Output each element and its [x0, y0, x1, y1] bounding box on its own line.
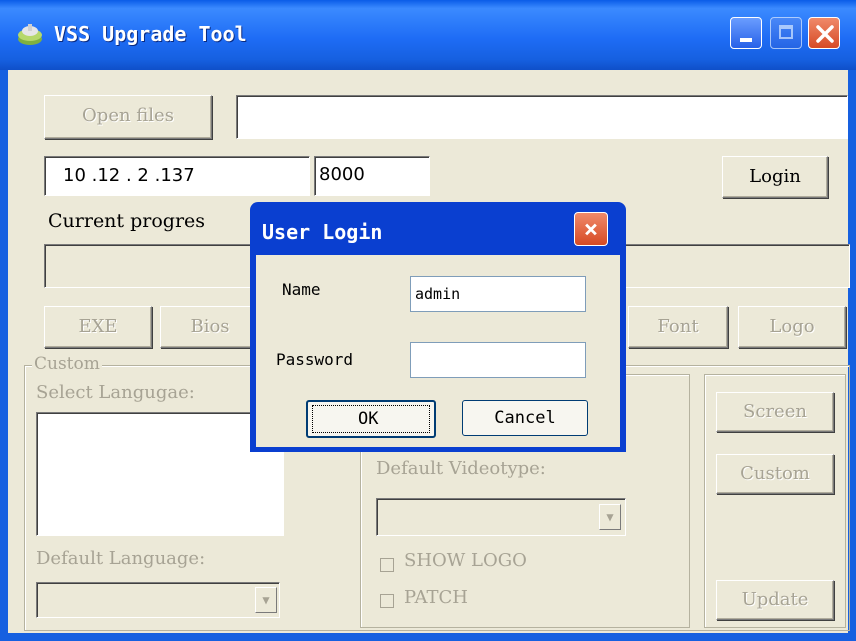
close-icon: × [583, 215, 599, 243]
maximize-icon [779, 25, 793, 39]
ip-address-value: 10 .12 . 2 .137 [63, 165, 195, 186]
screen-button[interactable]: Screen [716, 392, 834, 432]
patch-checkbox[interactable] [380, 594, 394, 608]
custom-button[interactable]: Custom [716, 454, 834, 494]
progress-label: Current progres [48, 210, 206, 232]
name-label: Name [282, 280, 321, 299]
ok-button-label: OK [358, 409, 379, 429]
maximize-button[interactable] [770, 17, 802, 49]
cancel-button[interactable]: Cancel [462, 400, 588, 436]
password-label: Password [276, 350, 354, 369]
dialog-title: User Login [262, 220, 383, 244]
default-language-select[interactable]: ▼ [36, 582, 280, 618]
window-frame-left [0, 70, 8, 641]
default-language-label: Default Language: [36, 548, 206, 569]
language-list[interactable] [36, 412, 284, 536]
port-field[interactable]: 8000 [314, 156, 430, 196]
patch-label: PATCH [404, 587, 468, 608]
custom-group-title: Custom [32, 354, 102, 374]
show-logo-label: SHOW LOGO [404, 550, 527, 571]
file-path-field[interactable] [236, 95, 848, 139]
ip-address-field[interactable]: 10 .12 . 2 .137 [44, 156, 310, 196]
minimize-icon [740, 38, 752, 42]
close-button[interactable] [808, 17, 840, 49]
default-videotype-label: Default Videotype: [376, 458, 546, 479]
app-icon [18, 24, 42, 45]
select-language-label: Select Langugae: [36, 382, 195, 403]
name-field-value: admin [415, 285, 461, 303]
logo-button[interactable]: Logo [738, 306, 846, 348]
default-videotype-select[interactable]: ▼ [376, 498, 626, 536]
login-button[interactable]: Login [722, 156, 828, 198]
minimize-button[interactable] [730, 17, 762, 49]
bios-button[interactable]: Bios [160, 306, 260, 348]
exe-button[interactable]: EXE [44, 306, 152, 348]
update-button[interactable]: Update [716, 580, 834, 620]
port-value: 8000 [319, 164, 365, 185]
title-bar[interactable]: VSS Upgrade Tool [0, 0, 856, 70]
name-field[interactable]: admin [410, 276, 586, 312]
chevron-down-icon[interactable]: ▼ [255, 587, 277, 613]
dialog-close-button[interactable]: × [574, 212, 608, 246]
open-files-button[interactable]: Open files [44, 95, 212, 139]
password-field[interactable] [410, 342, 586, 378]
close-icon [816, 25, 834, 43]
ok-button[interactable]: OK [306, 400, 436, 438]
chevron-down-icon[interactable]: ▼ [599, 504, 621, 530]
font-button[interactable]: Font [628, 306, 728, 348]
window-frame-bottom [0, 633, 856, 641]
window-title: VSS Upgrade Tool [54, 22, 247, 46]
show-logo-checkbox[interactable] [380, 558, 394, 572]
